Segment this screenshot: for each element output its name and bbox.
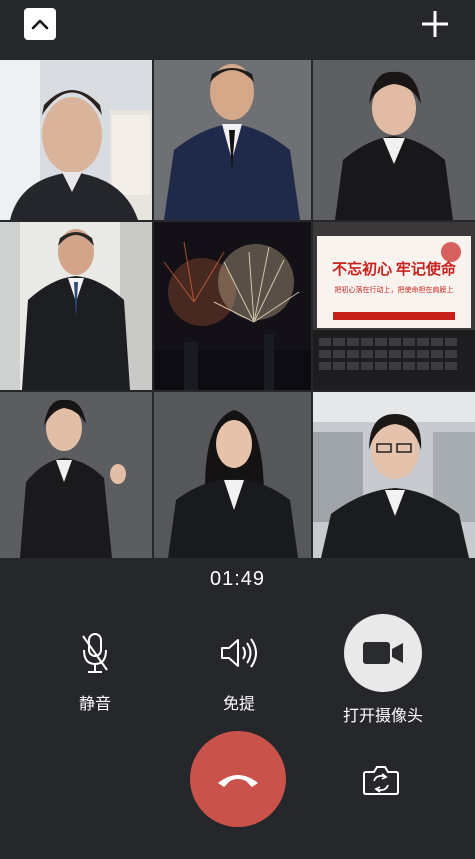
participant-7-video[interactable]	[0, 392, 152, 558]
add-participant-button[interactable]	[417, 6, 453, 42]
collapse-button[interactable]	[24, 8, 56, 40]
camera-control[interactable]: 打开摄像头	[338, 614, 428, 726]
camera-label: 打开摄像头	[342, 708, 423, 725]
banner-subline: 把初心落在行动上，把使命担在肩膀上	[335, 285, 454, 294]
speaker-button[interactable]	[219, 626, 259, 680]
participant-3-image	[313, 60, 475, 220]
participant-2-video[interactable]	[154, 60, 311, 220]
participant-4-video[interactable]	[0, 222, 152, 390]
camera-switch-icon	[363, 766, 399, 795]
hang-up-button[interactable]	[190, 731, 286, 827]
chevron-up-icon	[31, 19, 49, 30]
participant-2-image	[154, 60, 311, 220]
mute-control[interactable]: 静音	[54, 626, 136, 714]
participant-1-video[interactable]	[0, 60, 152, 220]
top-bar	[0, 0, 475, 58]
participant-4-image	[0, 222, 152, 390]
mute-button[interactable]	[79, 626, 111, 680]
participant-1-image	[0, 60, 152, 220]
participant-8-video[interactable]	[154, 392, 311, 558]
participant-5-video[interactable]	[154, 222, 311, 390]
speaker-icon	[221, 638, 257, 668]
participant-5-image	[154, 222, 311, 390]
participant-6-image: 不忘初心 牢记使命 把初心落在行动上，把使命担在肩膀上	[313, 222, 475, 390]
speaker-label: 免提	[222, 696, 255, 713]
phone-hangup-icon	[218, 775, 258, 787]
plus-icon	[422, 11, 448, 37]
microphone-off-icon	[82, 633, 108, 673]
video-grid: 不忘初心 牢记使命 把初心落在行动上，把使命担在肩膀上	[0, 60, 475, 558]
video-camera-icon	[363, 642, 403, 664]
participant-9-video[interactable]	[313, 392, 475, 558]
switch-camera-button[interactable]	[362, 764, 400, 796]
mute-label: 静音	[78, 696, 111, 713]
participant-3-video[interactable]	[313, 60, 475, 220]
participant-7-image	[0, 392, 152, 558]
participant-9-image	[313, 392, 475, 558]
call-timer: 01:49	[209, 568, 266, 590]
camera-button[interactable]	[344, 614, 422, 692]
banner-headline: 不忘初心 牢记使命	[332, 260, 457, 278]
participant-6-video[interactable]: 不忘初心 牢记使命 把初心落在行动上，把使命担在肩膀上	[313, 222, 475, 390]
speaker-control[interactable]: 免提	[198, 626, 280, 714]
participant-8-image	[154, 392, 311, 558]
